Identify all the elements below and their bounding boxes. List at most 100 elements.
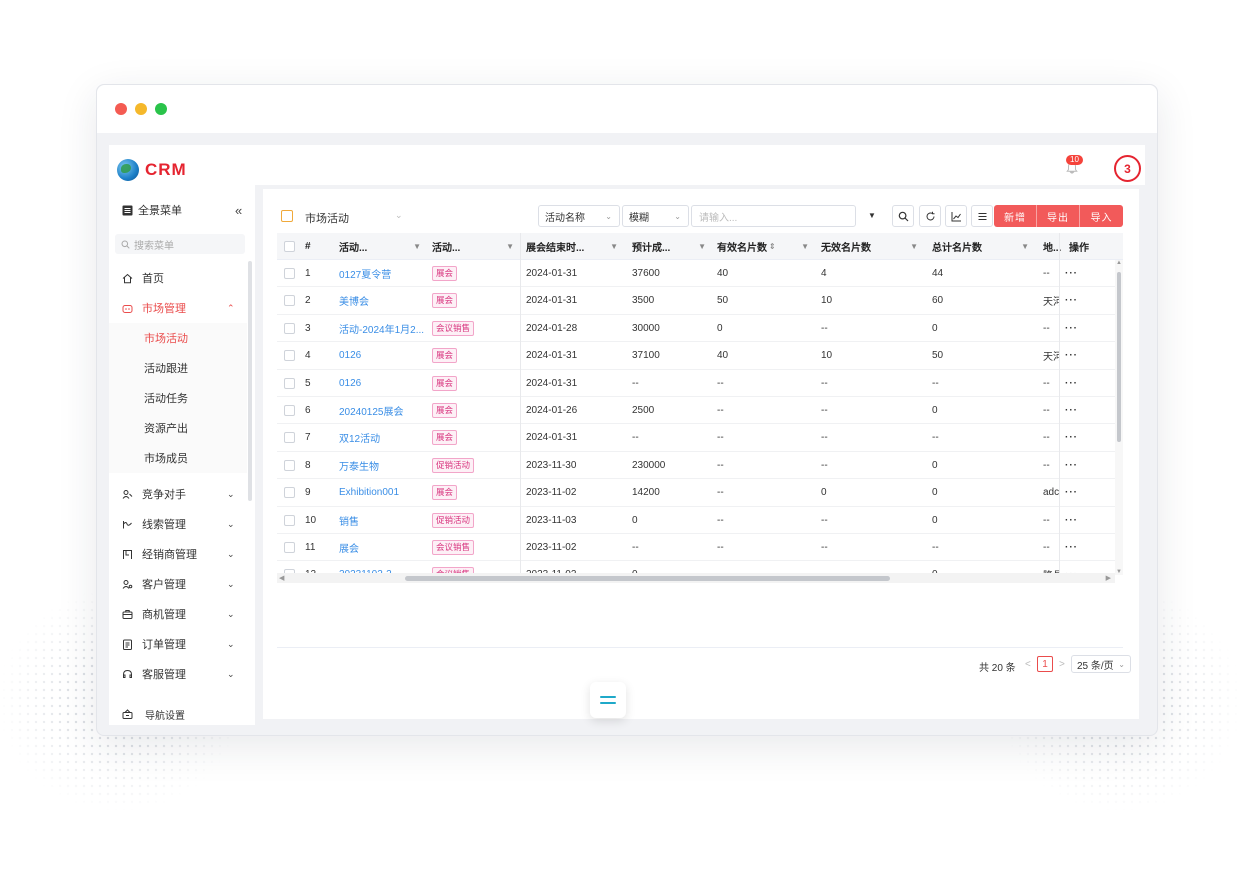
minimize-window-icon[interactable] [135, 103, 147, 115]
sidebar-item-opportunities[interactable]: 商机管理 ⌄ [109, 599, 255, 629]
activity-name-link[interactable]: 活动-2024年1月2... [339, 315, 427, 342]
avatar[interactable]: 3 [1114, 155, 1141, 182]
row-checkbox[interactable] [284, 452, 295, 479]
import-button[interactable]: 导入 [1080, 205, 1123, 227]
chevron-down-icon[interactable]: ⌄ [395, 210, 403, 221]
sidebar-item-customers[interactable]: 客户管理 ⌄ [109, 569, 255, 599]
row-checkbox[interactable] [284, 397, 295, 424]
table-row[interactable]: 6 20240125展会 展会 2024-01-26 2500 -- -- 0 -- ··· [277, 397, 1123, 425]
maximize-window-icon[interactable] [155, 103, 167, 115]
table-row[interactable]: 2 美博会 展会 2024-01-31 3500 50 10 60 天河 ··· [277, 287, 1123, 315]
row-more-actions-icon[interactable]: ··· [1065, 370, 1078, 397]
activity-name-link[interactable]: 万泰生物 [339, 452, 427, 479]
row-checkbox[interactable] [284, 287, 295, 314]
sidebar-item-orders[interactable]: 订单管理 ⌄ [109, 629, 255, 659]
refresh-button[interactable] [919, 205, 941, 227]
activity-name-link[interactable]: Exhibition001 [339, 479, 427, 506]
row-more-actions-icon[interactable]: ··· [1065, 287, 1078, 314]
col-valid-cards[interactable]: 有效名片数 ⇕ ▼ [717, 233, 815, 260]
table-row[interactable]: 5 0126 展会 2024-01-31 -- -- -- -- -- ··· [277, 370, 1123, 397]
row-more-actions-icon[interactable]: ··· [1065, 534, 1078, 561]
sidebar-search-input[interactable]: 搜索菜单 [115, 234, 245, 254]
dropdown-triangle-icon[interactable]: ▼ [868, 211, 876, 220]
prev-page-icon[interactable]: < [1025, 659, 1031, 670]
sidebar-item-leads[interactable]: 线索管理 ⌄ [109, 509, 255, 539]
sidebar-subitem-resource-output[interactable]: 资源产出 [109, 413, 247, 443]
chevron-down-icon: ⌄ [227, 668, 235, 679]
sidebar-item-service[interactable]: 客服管理 ⌄ [109, 659, 255, 689]
activity-name-link[interactable]: 双12活动 [339, 424, 427, 451]
row-checkbox[interactable] [284, 342, 295, 369]
row-checkbox[interactable] [284, 315, 295, 342]
table-row[interactable]: 9 Exhibition001 展会 2023-11-02 14200 -- 0 0 adc ··… [277, 479, 1123, 507]
current-page-button[interactable]: 1 [1037, 656, 1053, 672]
sidebar-item-home[interactable]: 首页 [109, 263, 255, 293]
table-row[interactable]: 7 双12活动 展会 2024-01-31 -- -- -- -- -- ··· [277, 424, 1123, 452]
nav-settings-row[interactable]: 导航设置 [109, 699, 255, 725]
activity-name-link[interactable]: 0126 [339, 370, 427, 397]
table-row[interactable]: 4 0126 展会 2024-01-31 37100 40 10 50 天河 ··· [277, 342, 1123, 370]
next-page-icon[interactable]: > [1059, 659, 1065, 670]
row-checkbox[interactable] [284, 424, 295, 451]
chart-button[interactable] [945, 205, 967, 227]
activity-name-link[interactable]: 0126 [339, 342, 427, 369]
sidebar-subitem-market-activity[interactable]: 市场活动 [109, 323, 247, 353]
col-invalid-cards[interactable]: 无效名片数 ▼ [821, 233, 924, 260]
view-selector[interactable]: 市场活动 [305, 210, 349, 226]
col-end-time[interactable]: 展会结束时... ▼ [526, 233, 624, 260]
row-more-actions-icon[interactable]: ··· [1065, 424, 1078, 451]
sidebar-subitem-activity-task[interactable]: 活动任务 [109, 383, 247, 413]
row-checkbox[interactable] [284, 507, 295, 534]
row-more-actions-icon[interactable]: ··· [1065, 479, 1078, 506]
collapse-sidebar-icon[interactable]: « [235, 203, 242, 218]
sidebar-item-dealers[interactable]: 经销商管理 ⌄ [109, 539, 255, 569]
row-more-actions-icon[interactable]: ··· [1065, 397, 1078, 424]
row-more-actions-icon[interactable]: ··· [1065, 315, 1078, 342]
export-button[interactable]: 导出 [1037, 205, 1080, 227]
search-input[interactable]: 请输入... [691, 205, 856, 227]
logo[interactable]: CRM [117, 159, 187, 181]
match-select[interactable]: 模糊 ⌄ [622, 205, 689, 227]
col-total-cards[interactable]: 总计名片数 ▼ [932, 233, 1035, 260]
sidebar-item-market[interactable]: 市场管理 ⌃ [109, 293, 255, 323]
search-button[interactable] [892, 205, 914, 227]
row-checkbox[interactable] [284, 260, 295, 287]
row-checkbox[interactable] [284, 370, 295, 397]
float-menu-button[interactable] [590, 682, 626, 718]
table-vertical-scrollbar[interactable]: ▲ ▼ [1115, 260, 1123, 575]
sidebar-subitem-market-members[interactable]: 市场成员 [109, 443, 247, 473]
row-more-actions-icon[interactable]: ··· [1065, 452, 1078, 479]
activity-name-link[interactable]: 0127夏令营 [339, 260, 427, 287]
sidebar-scrollbar[interactable] [248, 261, 252, 501]
field-select[interactable]: 活动名称 ⌄ [538, 205, 620, 227]
type-tag: 展会 [432, 375, 458, 391]
activity-name-link[interactable]: 销售 [339, 507, 427, 534]
add-button[interactable]: 新增 [994, 205, 1037, 227]
activity-name-link[interactable]: 美博会 [339, 287, 427, 314]
col-activity-type[interactable]: 活动... ▼ [432, 233, 520, 260]
row-more-actions-icon[interactable]: ··· [1065, 507, 1078, 534]
table-row[interactable]: 1 0127夏令营 展会 2024-01-31 37600 40 4 44 -- ··· [277, 260, 1123, 288]
table-horizontal-scrollbar[interactable]: ◀ ▶ [277, 573, 1115, 583]
row-checkbox[interactable] [284, 479, 295, 506]
sidebar-subitem-activity-followup[interactable]: 活动跟进 [109, 353, 247, 383]
col-activity-name[interactable]: 活动... ▼ [339, 233, 427, 260]
col-estimated-cost[interactable]: 预计成... ▼ [632, 233, 712, 260]
table-cell: 2023-11-02 [526, 487, 577, 499]
select-all-checkbox[interactable] [284, 233, 295, 260]
full-menu-row[interactable]: 全景菜单 « [109, 195, 255, 225]
sidebar-item-competitor[interactable]: 竞争对手 ⌄ [109, 479, 255, 509]
row-checkbox[interactable] [284, 534, 295, 561]
table-row[interactable]: 8 万泰生物 促销活动 2023-11-30 230000 -- -- 0 -- ··· [277, 452, 1123, 480]
competitor-icon [121, 488, 133, 500]
close-window-icon[interactable] [115, 103, 127, 115]
table-row[interactable]: 11 展会 会议销售 2023-11-02 -- -- -- -- -- ··· [277, 534, 1123, 562]
menu-button[interactable] [971, 205, 993, 227]
page-size-select[interactable]: 25 条/页 ⌄ [1071, 655, 1131, 673]
row-more-actions-icon[interactable]: ··· [1065, 342, 1078, 369]
row-more-actions-icon[interactable]: ··· [1065, 260, 1078, 287]
activity-name-link[interactable]: 20240125展会 [339, 397, 427, 424]
table-row[interactable]: 3 活动-2024年1月2... 会议销售 2024-01-28 30000 0 -- 0 --… [277, 315, 1123, 343]
activity-name-link[interactable]: 展会 [339, 534, 427, 561]
table-row[interactable]: 10 销售 促销活动 2023-11-03 0 -- -- 0 -- ··· [277, 507, 1123, 534]
